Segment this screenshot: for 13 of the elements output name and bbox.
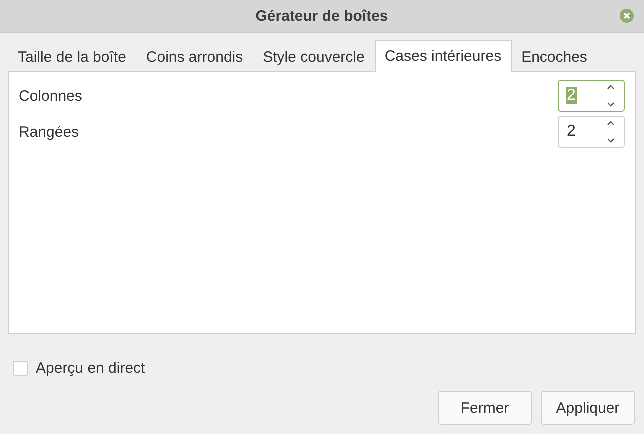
checkbox-label: Aperçu en direct bbox=[36, 360, 146, 377]
tab[interactable]: Coins arrondis bbox=[136, 43, 254, 71]
tab[interactable]: Taille de la boîte bbox=[8, 43, 136, 71]
field-label: Rangées bbox=[19, 124, 80, 140]
dialog-button[interactable]: Fermer bbox=[438, 391, 532, 425]
dialog-button[interactable]: Appliquer bbox=[541, 391, 635, 425]
field-label: Colonnes bbox=[19, 88, 82, 104]
tab[interactable]: Cases intérieures bbox=[374, 40, 512, 72]
tab[interactable]: Encoches bbox=[512, 43, 598, 71]
tab[interactable]: Style couvercle bbox=[253, 43, 375, 71]
window-title: Gérateur de boîtes bbox=[256, 8, 388, 24]
spin-field[interactable]: 2 bbox=[558, 116, 625, 148]
checkbox[interactable] bbox=[13, 361, 28, 376]
